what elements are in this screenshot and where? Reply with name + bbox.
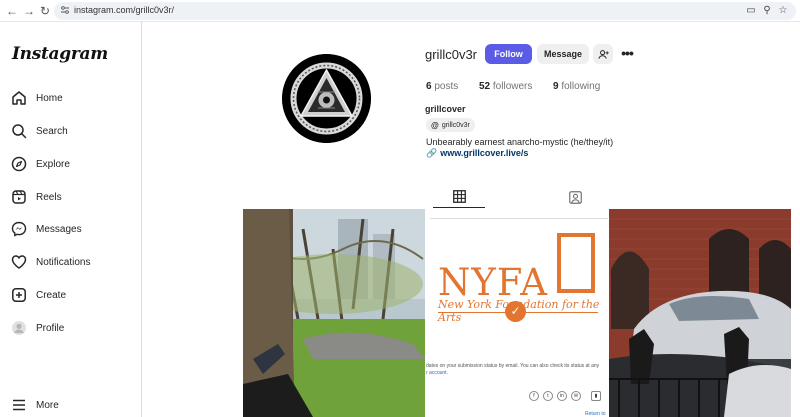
sidebar-item-label: Home <box>36 92 63 104</box>
checkmark-icon: ✓ <box>505 301 526 322</box>
occult-emblem-image <box>282 54 371 143</box>
sidebar-item-label: Notifications <box>36 256 91 268</box>
profile-avatar[interactable] <box>282 54 371 143</box>
park-photo <box>243 209 425 417</box>
reload-icon[interactable]: ↻ <box>37 3 53 19</box>
add-user-icon <box>597 49 609 59</box>
post-thumbnail-park[interactable] <box>243 209 425 417</box>
reels-icon <box>10 188 28 206</box>
nyfa-logo-box <box>557 233 595 293</box>
back-icon[interactable]: ← <box>4 3 20 19</box>
suggested-accounts-button[interactable] <box>593 44 613 64</box>
sidebar-item-messages[interactable]: Messages <box>10 216 134 242</box>
linkedin-icon: in <box>557 391 567 401</box>
cast-icon[interactable]: ▭ <box>744 4 758 18</box>
home-icon <box>10 89 28 107</box>
browser-toolbar: ← → ↻ instagram.com/grillc0v3r/ ▭ ⚲ ☆ <box>0 0 800 22</box>
grid-icon <box>452 190 466 203</box>
facebook-icon: f <box>529 391 539 401</box>
following-link[interactable]: 9 following <box>553 81 600 92</box>
print-icon: ▮ <box>591 391 601 401</box>
url-text: instagram.com/grillc0v3r/ <box>74 5 175 15</box>
sidebar-item-explore[interactable]: Explore <box>10 151 134 177</box>
sidebar-item-profile[interactable]: Profile <box>10 315 134 341</box>
zoom-icon[interactable]: ⚲ <box>760 4 774 18</box>
sidebar-item-label: Create <box>36 289 67 301</box>
threads-icon: @ <box>431 120 439 130</box>
profile-username: grillc0v3r <box>425 47 478 62</box>
compass-icon <box>10 155 28 173</box>
message-button[interactable]: Message <box>537 44 589 64</box>
sidebar: Instagram Home Search Explore Reels Mess… <box>0 22 142 417</box>
sidebar-item-create[interactable]: Create <box>10 282 134 308</box>
profile-website-link[interactable]: 🔗 www.grillcover.live/s <box>426 148 528 159</box>
bookmark-star-icon[interactable]: ☆ <box>776 4 790 18</box>
profile-full-name: grillcover <box>425 104 466 114</box>
twitter-icon: t <box>543 391 553 401</box>
threads-badge[interactable]: @ grillc0v3r <box>426 118 475 132</box>
site-info-icon[interactable] <box>60 5 70 15</box>
post-thumbnail-street[interactable] <box>609 209 791 417</box>
more-options-icon[interactable]: ••• <box>618 46 636 62</box>
messenger-icon <box>10 220 28 238</box>
sidebar-item-label: Search <box>36 125 68 137</box>
posts-count: 6 posts <box>426 81 459 92</box>
tab-tagged[interactable] <box>549 186 601 208</box>
sidebar-item-label: Reels <box>36 191 62 203</box>
sidebar-item-label: Messages <box>36 223 82 235</box>
instagram-logo[interactable]: Instagram <box>12 44 108 64</box>
nyfa-account-link-text: r account. <box>426 370 448 376</box>
follow-button[interactable]: Follow <box>485 44 532 64</box>
forward-icon[interactable]: → <box>21 3 37 19</box>
hamburger-menu-icon <box>10 396 28 414</box>
search-icon <box>10 122 28 140</box>
tab-posts[interactable] <box>433 186 485 208</box>
tagged-user-icon <box>568 190 582 204</box>
sidebar-item-home[interactable]: Home <box>10 85 134 111</box>
email-icon: ✉ <box>571 391 581 401</box>
address-bar[interactable]: instagram.com/grillc0v3r/ ▭ ⚲ ☆ <box>54 2 796 20</box>
street-photo <box>609 209 791 417</box>
plus-square-icon <box>10 286 28 304</box>
sidebar-item-label: Profile <box>36 322 65 334</box>
heart-icon <box>10 253 28 271</box>
followers-link[interactable]: 52 followers <box>479 81 532 92</box>
sidebar-item-notifications[interactable]: Notifications <box>10 249 134 275</box>
sidebar-item-label: Explore <box>36 158 70 170</box>
threads-handle: grillc0v3r <box>441 121 470 129</box>
nyfa-return-link: Return to <box>585 411 606 417</box>
profile-bio: Unbearably earnest anarcho-mystic (he/th… <box>426 137 614 147</box>
avatar-icon <box>10 319 28 337</box>
link-icon: 🔗 <box>426 148 438 158</box>
sidebar-item-label: More <box>36 399 59 411</box>
sidebar-item-more[interactable]: More <box>10 392 134 417</box>
sidebar-item-reels[interactable]: Reels <box>10 184 134 210</box>
nyfa-body-text: dates on your submission status by email… <box>426 363 600 369</box>
sidebar-item-search[interactable]: Search <box>10 118 134 144</box>
post-thumbnail-nyfa[interactable]: NYFA New York Foundation for the Arts ✓ … <box>426 209 608 417</box>
